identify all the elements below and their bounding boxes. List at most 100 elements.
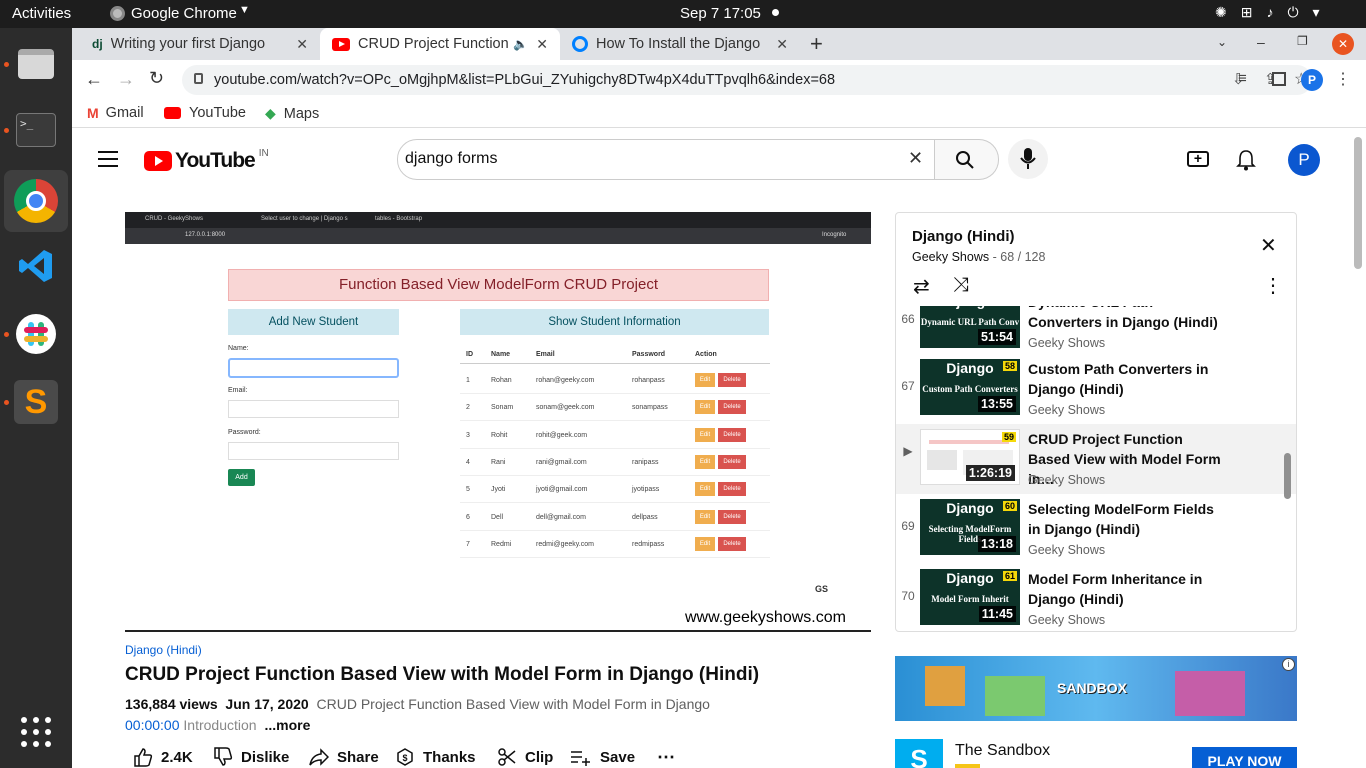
playlist-scrollbar[interactable] xyxy=(1284,453,1291,499)
show-apps-grid-icon[interactable] xyxy=(12,708,60,756)
chrome-icon[interactable] xyxy=(4,170,68,232)
tab-install-django[interactable]: How To Install the Django ✕ xyxy=(560,28,800,60)
close-tab-icon[interactable]: ✕ xyxy=(296,36,308,53)
media-control-icon[interactable]: ≡ xyxy=(1238,70,1247,87)
video-duration: 11:45 xyxy=(978,606,1016,622)
loop-playlist-icon[interactable]: ⇄ xyxy=(913,274,930,299)
bookmark-gmail[interactable]: M Gmail xyxy=(87,105,144,121)
address-bar[interactable]: youtube.com/watch?v=OPc_oMgjhpM&list=PLb… xyxy=(182,65,1312,95)
notification-dot-icon xyxy=(772,9,779,16)
bookmark-youtube[interactable]: YouTube xyxy=(164,105,246,121)
terminal-icon[interactable]: >_ xyxy=(12,106,60,154)
video-duration: 13:55 xyxy=(978,396,1016,412)
playlist-title[interactable]: Django (Hindi) xyxy=(912,228,1014,245)
playlist-item[interactable]: 67 Django Custom Path Converters 58 13:55 Cus… xyxy=(896,359,1296,425)
playlist-item-title[interactable]: Dynamic URL Path Converters in Django (H… xyxy=(1028,306,1228,332)
video-player[interactable]: CRUD - GeekyShows Select user to change … xyxy=(125,212,871,632)
clip-button[interactable]: Clip xyxy=(497,739,553,768)
thumb-number: 59 xyxy=(1001,432,1016,442)
video-thumbnail[interactable]: DjangoDynamic URL Path Conv5751:54 xyxy=(920,306,1020,348)
shuffle-icon[interactable]: ⤨ xyxy=(953,274,969,297)
close-playlist-icon[interactable]: ✕ xyxy=(1260,233,1277,258)
page-scrollbar[interactable] xyxy=(1354,137,1362,269)
inner-table-cell: jyoti@gmail.com xyxy=(536,486,588,494)
create-video-icon[interactable]: + xyxy=(1187,151,1209,167)
playlist-item-title[interactable]: Model Form Inheritance in Django (Hindi) xyxy=(1028,569,1228,609)
chevron-down-icon: ▼ xyxy=(239,4,250,16)
thumbs-down-icon xyxy=(214,747,233,766)
save-button[interactable]: Save xyxy=(570,739,635,768)
playlist-item-title[interactable]: Selecting ModelForm Fields in Django (Hi… xyxy=(1028,499,1228,539)
playlist-item-current[interactable]: ▶ 59 1:26:19 CRUD Project Function Based Vi… xyxy=(896,424,1296,494)
chrome-app-icon xyxy=(110,6,125,21)
ad-info-icon[interactable]: i xyxy=(1282,658,1295,671)
name-field xyxy=(228,358,399,378)
playlist-item-title[interactable]: Custom Path Converters in Django (Hindi) xyxy=(1028,359,1228,399)
profile-avatar[interactable]: P xyxy=(1301,69,1323,91)
email-field xyxy=(228,400,399,418)
tab-crud-project[interactable]: CRUD Project Function 🔈 ✕ xyxy=(320,28,560,60)
close-tab-icon[interactable]: ✕ xyxy=(536,36,548,53)
dock: >_ S xyxy=(0,28,72,768)
dislike-button[interactable]: Dislike xyxy=(213,739,289,768)
video-thumbnail[interactable]: 59 1:26:19 xyxy=(920,429,1020,485)
close-tab-icon[interactable]: ✕ xyxy=(776,36,788,53)
maximize-button[interactable]: ❐ xyxy=(1297,34,1308,48)
search-button[interactable] xyxy=(935,139,999,180)
playlist-menu-icon[interactable]: ⋮ xyxy=(1263,273,1283,298)
password-field xyxy=(228,442,399,460)
close-window-button[interactable]: ✕ xyxy=(1332,33,1354,55)
playlist-link[interactable]: Django (Hindi) xyxy=(125,643,202,657)
back-icon[interactable]: ← xyxy=(85,69,103,90)
like-button[interactable]: 2.4K xyxy=(133,739,193,768)
description-chapter[interactable]: 00:00:00 Introduction ...more xyxy=(125,717,310,733)
files-icon[interactable] xyxy=(12,40,60,88)
video-thumbnail[interactable]: Django Model Form Inherit 61 11:45 xyxy=(920,569,1020,625)
video-thumbnail[interactable]: Django Selecting ModelForm Fields 60 13:18 xyxy=(920,499,1020,555)
svg-text:$: $ xyxy=(402,753,407,763)
share-button[interactable]: Share xyxy=(309,739,379,768)
clock[interactable]: Sep 7 17:05 xyxy=(680,5,761,22)
playlist-item[interactable]: 69 Django Selecting ModelForm Fields 60 13:1… xyxy=(896,499,1296,565)
search-input[interactable]: django forms ✕ xyxy=(397,139,935,180)
bookmark-maps[interactable]: ◆ Maps xyxy=(265,105,319,122)
side-panel-icon[interactable] xyxy=(1272,72,1286,86)
hamburger-menu-icon[interactable] xyxy=(98,151,118,167)
forward-icon[interactable]: → xyxy=(117,69,135,90)
voice-search-button[interactable] xyxy=(1008,139,1048,179)
ad-banner[interactable]: SANDBOX i xyxy=(895,656,1297,721)
video-duration: 51:54 xyxy=(978,329,1016,345)
video-thumbnail[interactable]: Django Custom Path Converters 58 13:55 xyxy=(920,359,1020,415)
gmail-icon: M xyxy=(87,105,99,121)
tray-icons[interactable]: ✺⊞♪⏻▾ xyxy=(1215,4,1334,21)
activities-button[interactable]: Activities xyxy=(12,5,71,22)
clear-search-icon[interactable]: ✕ xyxy=(908,148,923,169)
thanks-button[interactable]: $ Thanks xyxy=(395,739,476,768)
vscode-icon[interactable] xyxy=(12,242,60,290)
video-description[interactable]: 136,884 views Jun 17, 2020 CRUD Project … xyxy=(125,696,710,712)
play-now-button[interactable]: PLAY NOW xyxy=(1192,747,1297,768)
new-tab-button[interactable]: + xyxy=(810,31,823,57)
playlist-index: 70 xyxy=(901,589,915,603)
notifications-bell-icon[interactable] xyxy=(1236,149,1256,171)
youtube-logo[interactable]: YouTube IN xyxy=(144,148,269,173)
ad-art-block xyxy=(925,666,965,706)
reload-icon[interactable]: ↻ xyxy=(149,68,164,89)
playlist-item[interactable]: 66DjangoDynamic URL Path Conv5751:54Dyna… xyxy=(896,306,1296,358)
app-menu-label[interactable]: Google Chrome xyxy=(131,5,237,22)
playlist-item[interactable]: 70 Django Model Form Inherit 61 11:45 Model F… xyxy=(896,569,1296,631)
search-icon xyxy=(956,151,974,169)
speaker-icon[interactable]: 🔈 xyxy=(513,37,528,51)
account-avatar[interactable]: P xyxy=(1288,144,1320,176)
tab-search-chevron-icon[interactable]: ⌄ xyxy=(1217,35,1227,49)
more-actions-icon[interactable]: ⋯ xyxy=(657,739,675,768)
sandbox-logo-icon[interactable]: S xyxy=(895,739,943,768)
more-menu-icon[interactable]: ⋮ xyxy=(1335,69,1351,89)
playlist-item-channel: Geeky Shows xyxy=(1028,543,1106,557)
ad-advertiser[interactable]: The Sandbox xyxy=(955,742,1050,760)
tab-writing-first-django[interactable]: dj Writing your first Django ✕ xyxy=(80,28,320,60)
inner-address-bar: 127.0.0.1:8000 Incognito xyxy=(125,228,871,244)
sublime-text-icon[interactable]: S xyxy=(12,378,60,426)
minimize-button[interactable]: – xyxy=(1257,34,1265,50)
slack-icon[interactable] xyxy=(12,310,60,358)
